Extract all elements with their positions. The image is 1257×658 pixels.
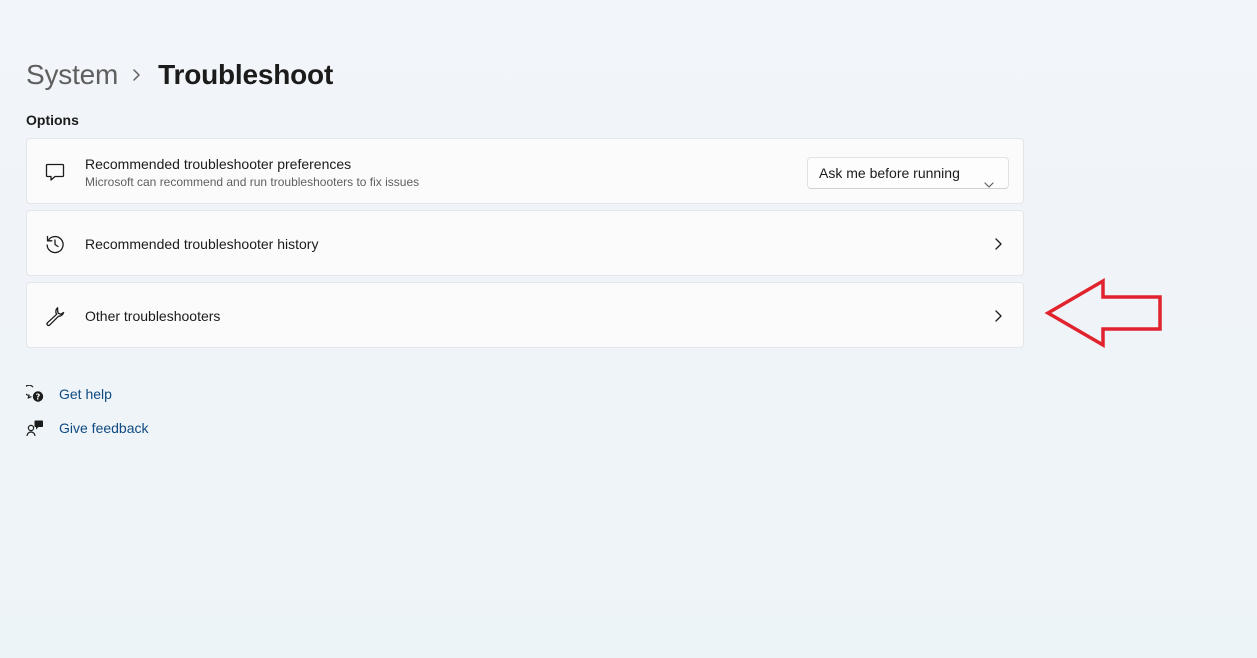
options-section-label: Options xyxy=(26,112,79,128)
card-title: Other troubleshooters xyxy=(85,308,221,324)
history-icon xyxy=(44,233,66,255)
svg-text:?: ? xyxy=(36,393,41,402)
chevron-right-icon xyxy=(993,237,1003,251)
card-title: Recommended troubleshooter history xyxy=(85,236,319,252)
annotation-arrow-icon xyxy=(1044,277,1162,349)
help-chat-icon: ? xyxy=(23,384,44,403)
get-help-link[interactable]: ? Get help xyxy=(23,383,112,405)
chevron-down-icon xyxy=(984,169,994,188)
recommended-preferences-card: Recommended troubleshooter preferences M… xyxy=(26,138,1024,204)
troubleshooter-preference-dropdown[interactable]: Ask me before running xyxy=(807,157,1009,189)
wrench-icon xyxy=(44,305,66,327)
breadcrumb: System Troubleshoot xyxy=(26,56,333,94)
dropdown-selected-value: Ask me before running xyxy=(819,165,960,181)
chevron-right-icon xyxy=(993,309,1003,323)
card-title: Recommended troubleshooter preferences xyxy=(85,156,352,172)
card-subtitle: Microsoft can recommend and run troubles… xyxy=(85,175,420,189)
page-title: Troubleshoot xyxy=(158,59,334,90)
other-troubleshooters-card[interactable]: Other troubleshooters xyxy=(26,282,1024,348)
recommended-history-card[interactable]: Recommended troubleshooter history xyxy=(26,210,1024,276)
feedback-icon xyxy=(26,419,44,437)
get-help-label: Get help xyxy=(59,386,112,402)
breadcrumb-system-link[interactable]: System xyxy=(26,59,118,91)
give-feedback-label: Give feedback xyxy=(59,420,149,436)
speech-bubble-icon xyxy=(44,161,66,183)
breadcrumb-chevron-icon xyxy=(118,56,158,94)
give-feedback-link[interactable]: Give feedback xyxy=(26,417,149,439)
